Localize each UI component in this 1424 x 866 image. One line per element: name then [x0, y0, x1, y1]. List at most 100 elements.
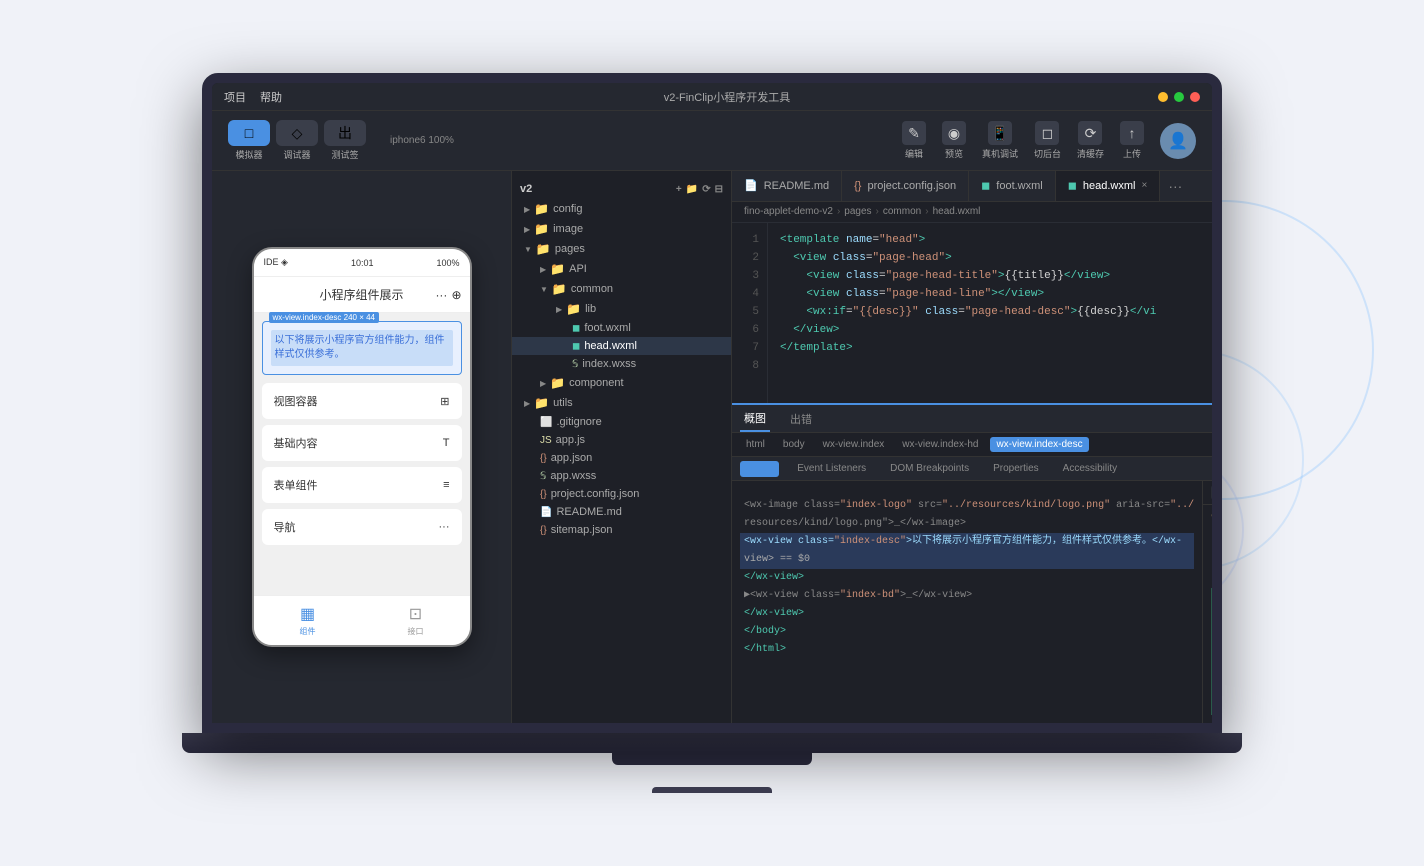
style-tab-props[interactable]: Properties: [987, 461, 1045, 476]
breadcrumb-root: fino-applet-demo-v2: [744, 206, 833, 217]
tree-label-readme: README.md: [556, 506, 621, 518]
dom-line-2[interactable]: <wx-view class="index-desc">以下将展示小程序官方组件…: [740, 533, 1194, 551]
action-background[interactable]: ◻ 切后台: [1034, 121, 1061, 160]
action-edit[interactable]: ✎ 编辑: [902, 121, 926, 160]
elem-tab-html[interactable]: html: [740, 437, 771, 452]
phone-list-label-1: 基础内容: [274, 435, 318, 451]
elem-tab-body[interactable]: body: [777, 437, 811, 452]
phone-list-icon-2: ≡: [443, 479, 449, 491]
user-avatar[interactable]: 👤: [1160, 123, 1196, 159]
tree-new-file-btn[interactable]: +: [676, 184, 682, 195]
elem-tab-wx-view-index-desc[interactable]: wx-view.index-desc: [990, 437, 1088, 452]
phone-list-item-1[interactable]: 基础内容 T: [262, 425, 462, 461]
breadcrumb-common: common: [883, 206, 921, 217]
tree-item-common[interactable]: ▼ 📁 common: [512, 279, 731, 299]
tab-project-config[interactable]: {} project.config.json: [842, 171, 969, 201]
chevron-config: ▶: [524, 205, 530, 214]
tree-item-index-wxss[interactable]: 𝕊 index.wxss: [512, 355, 731, 373]
tree-label-app-js: app.js: [556, 434, 585, 446]
toolbar-btn-debugger[interactable]: ◇ 调试器: [276, 120, 318, 161]
code-content[interactable]: <template name="head"> <view class="page…: [768, 223, 1212, 403]
editor-area: 📄 README.md {} project.config.json ◼ foo…: [732, 171, 1212, 723]
elem-tab-wx-view-index-hd[interactable]: wx-view.index-hd: [896, 437, 984, 452]
action-preview[interactable]: ◉ 预览: [942, 121, 966, 160]
tree-item-config[interactable]: ▶ 📁 config: [512, 199, 731, 219]
tab-readme[interactable]: 📄 README.md: [732, 171, 842, 201]
tree-item-api[interactable]: ▶ 📁 API: [512, 259, 731, 279]
phone-time: 10:01: [351, 258, 374, 268]
tree-item-image[interactable]: ▶ 📁 image: [512, 219, 731, 239]
nav-item-api[interactable]: ⊡ 接口: [362, 596, 470, 645]
style-tab-dom-bp[interactable]: DOM Breakpoints: [884, 461, 975, 476]
tree-item-readme[interactable]: 📄 README.md: [512, 503, 731, 521]
action-device-debug[interactable]: 📱 真机调试: [982, 121, 1018, 160]
line-numbers: 1 2 3 4 5 6 7 8: [732, 223, 768, 403]
tree-new-folder-btn[interactable]: 📁: [686, 184, 698, 195]
tab-head-wxml[interactable]: ◼ head.wxml ×: [1056, 171, 1161, 201]
file-icon-gitignore: ⬜: [540, 417, 552, 428]
background-icon: ◻: [1035, 121, 1059, 145]
tab-head-label: head.wxml: [1083, 180, 1136, 192]
tree-item-pages[interactable]: ▼ 📁 pages: [512, 239, 731, 259]
line-num-6: 6: [732, 321, 767, 339]
background-label: 切后台: [1034, 147, 1061, 160]
tree-item-utils[interactable]: ▶ 📁 utils: [512, 393, 731, 413]
tree-collapse-btn[interactable]: ⊟: [715, 184, 723, 195]
toolbar-btn-test[interactable]: 出 测试签: [324, 120, 366, 161]
action-upload[interactable]: ↑ 上传: [1120, 121, 1144, 160]
styles-filter-input[interactable]: [1211, 485, 1212, 500]
tree-item-sitemap[interactable]: {} sitemap.json: [512, 521, 731, 539]
tab-foot-wxml[interactable]: ◼ foot.wxml: [969, 171, 1056, 201]
tree-item-app-js[interactable]: JS app.js: [512, 431, 731, 449]
laptop-notch: [652, 787, 772, 793]
tree-item-lib[interactable]: ▶ 📁 lib: [512, 299, 731, 319]
tree-item-app-wxss[interactable]: 𝕊 app.wxss: [512, 467, 731, 485]
laptop-screen: 项目 帮助 v2-FinClip小程序开发工具 □ 模拟器 ◇: [202, 73, 1222, 733]
bottom-tab-overview[interactable]: 概图: [740, 405, 770, 432]
code-line-7: </template>: [780, 339, 1200, 357]
menu-item-project[interactable]: 项目: [224, 89, 246, 105]
simulator-icon: □: [228, 120, 270, 146]
close-button[interactable]: [1190, 92, 1200, 102]
breadcrumb-file: head.wxml: [933, 206, 981, 217]
tree-item-project-config[interactable]: {} project.config.json: [512, 485, 731, 503]
toolbar-btn-simulator[interactable]: □ 模拟器: [228, 120, 270, 161]
highlight-label: wx-view.index-desc 240 × 44: [269, 312, 380, 323]
style-tab-styles[interactable]: Styles: [740, 461, 779, 477]
action-clear-cache[interactable]: ⟳ 清缓存: [1077, 121, 1104, 160]
phone-list-item-3[interactable]: 导航 ···: [262, 509, 462, 545]
tree-item-app-json[interactable]: {} app.json: [512, 449, 731, 467]
phone-list-item-0[interactable]: 视图容器 ⊞: [262, 383, 462, 419]
dom-tree[interactable]: <wx-image class="index-logo" src="../res…: [732, 481, 1202, 723]
tree-item-head-wxml[interactable]: ◼ head.wxml: [512, 337, 731, 355]
style-tab-events[interactable]: Event Listeners: [791, 461, 872, 476]
device-info: iphone6 100%: [390, 135, 454, 146]
tree-refresh-btn[interactable]: ⟳: [702, 184, 710, 195]
tree-item-foot-wxml[interactable]: ◼ foot.wxml: [512, 319, 731, 337]
phone-list-item-2[interactable]: 表单组件 ≡: [262, 467, 462, 503]
nav-item-component[interactable]: ▦ 组件: [254, 596, 362, 645]
style-tab-a11y[interactable]: Accessibility: [1057, 461, 1123, 476]
maximize-button[interactable]: [1174, 92, 1184, 102]
minimize-button[interactable]: [1158, 92, 1168, 102]
code-line-5: <wx:if="{{desc}}" class="page-head-desc"…: [780, 303, 1200, 321]
device-debug-icon: 📱: [988, 121, 1012, 145]
bottom-tab-errors[interactable]: 出错: [786, 405, 816, 432]
tree-label-foot-wxml: foot.wxml: [584, 322, 630, 334]
tree-item-component[interactable]: ▶ 📁 component: [512, 373, 731, 393]
phone-title-bar: 小程序组件展示 ··· ⊕: [254, 277, 470, 313]
phone-highlight-component: wx-view.index-desc 240 × 44 以下将展示小程序官方组件…: [262, 321, 462, 375]
test-label: 测试签: [331, 148, 358, 161]
code-editor[interactable]: 1 2 3 4 5 6 7 8 <template name="head"> <…: [732, 223, 1212, 403]
tab-more-button[interactable]: ···: [1160, 178, 1190, 194]
tree-item-gitignore[interactable]: ⬜ .gitignore: [512, 413, 731, 431]
folder-utils-icon: 📁: [534, 396, 549, 410]
elem-tab-wx-view-index[interactable]: wx-view.index: [817, 437, 891, 452]
style-selector-index-desc: .index-desc {: [1211, 541, 1212, 552]
nav-component-label: 组件: [300, 626, 316, 637]
breadcrumb-pages: pages: [844, 206, 871, 217]
menu-item-help[interactable]: 帮助: [260, 89, 282, 105]
laptop-base: [182, 733, 1242, 753]
tree-label-common: common: [571, 283, 613, 295]
tab-head-close[interactable]: ×: [1141, 180, 1147, 191]
